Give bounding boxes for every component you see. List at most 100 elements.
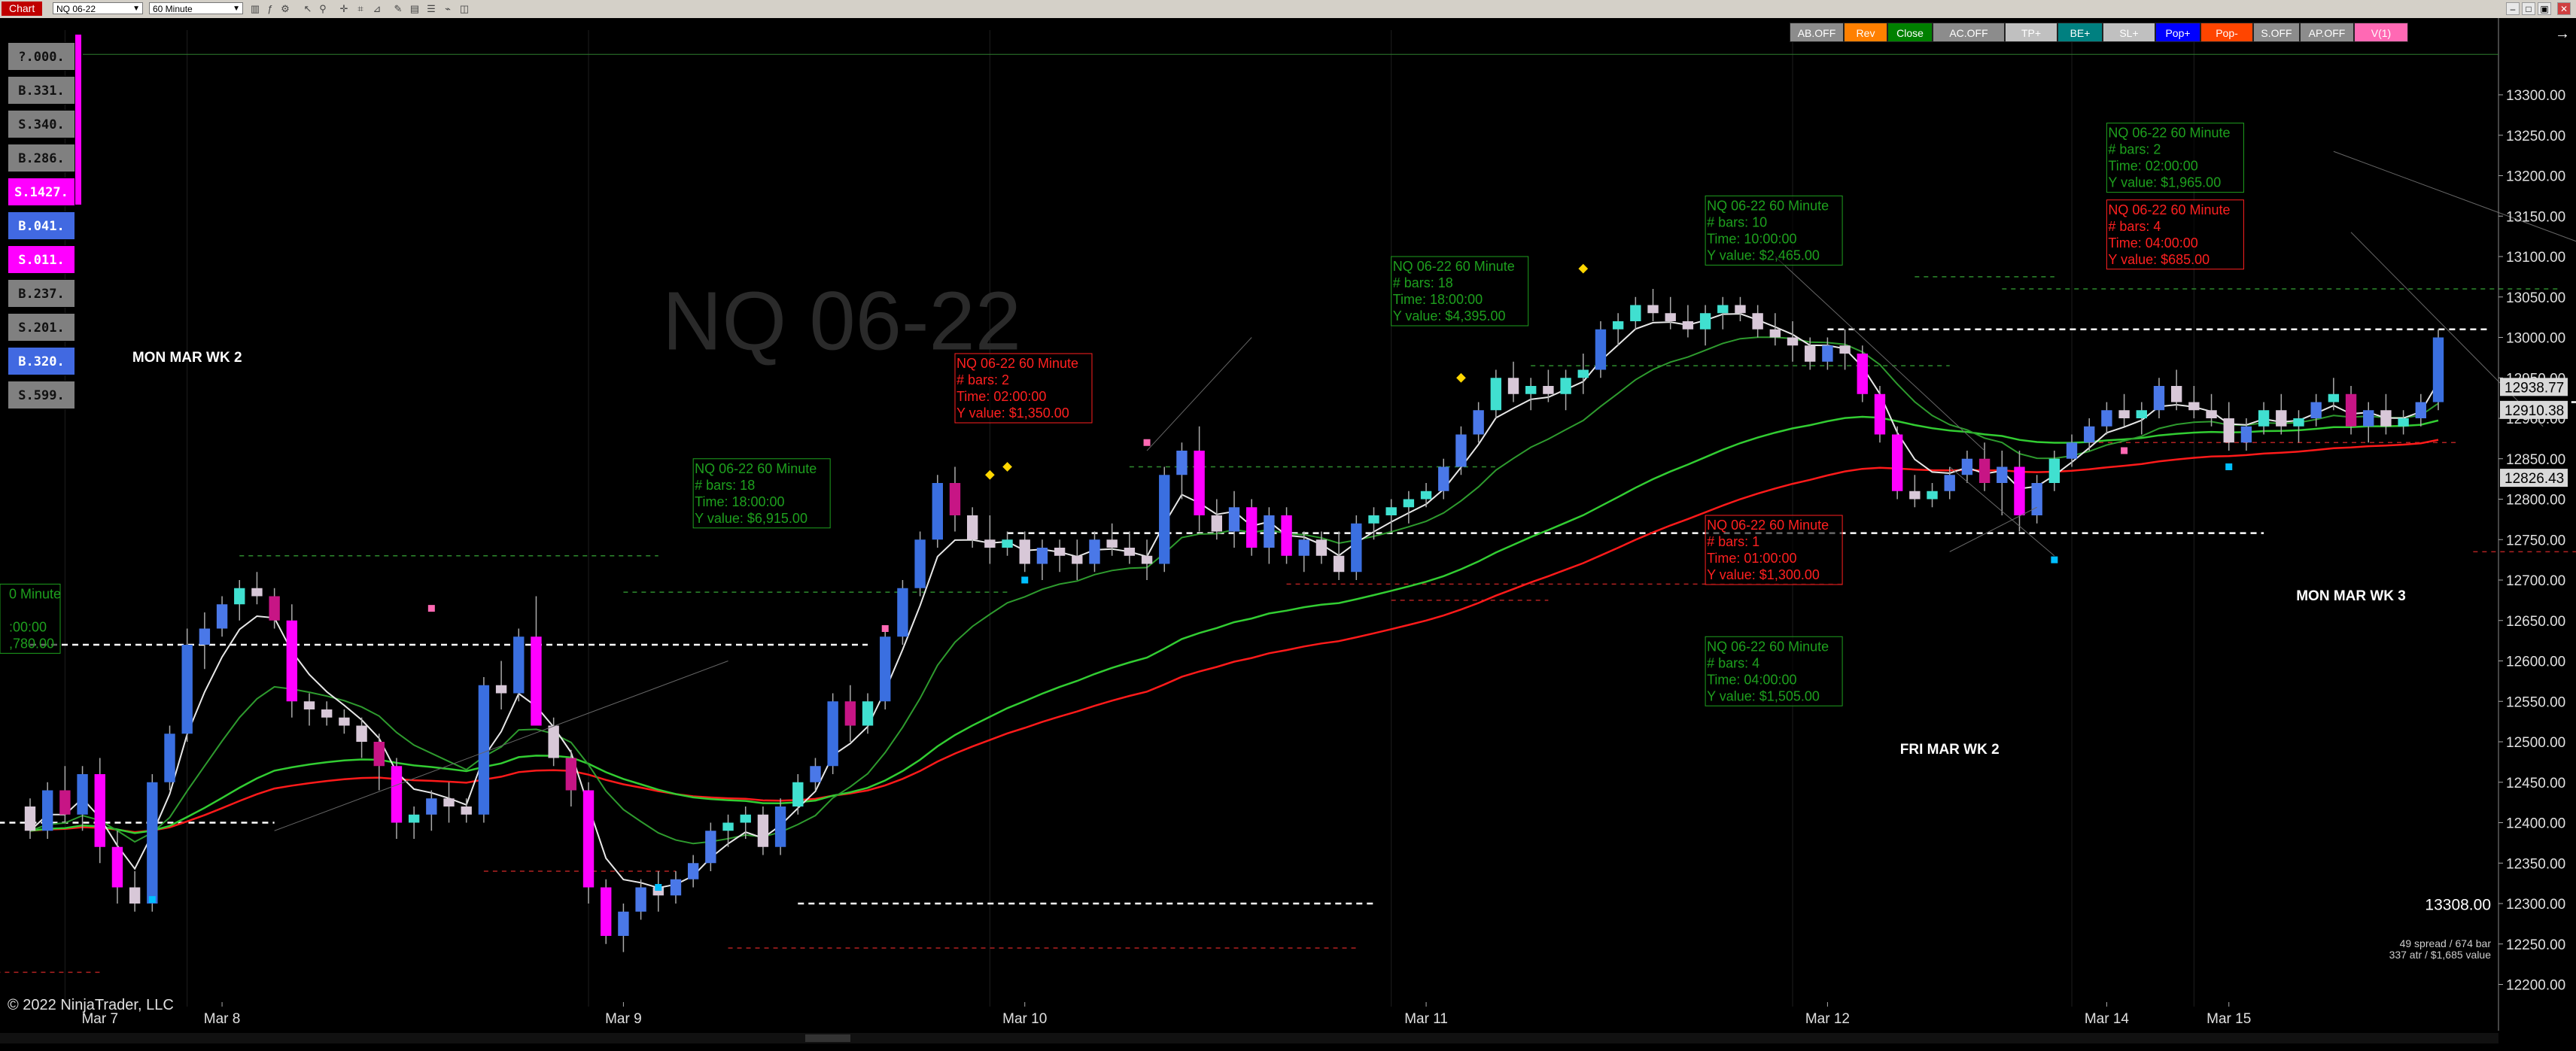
- trade-button-ab-off[interactable]: AB.OFF: [1790, 23, 1844, 42]
- candle-body: [1473, 410, 1484, 435]
- trade-button-s-off[interactable]: S.OFF: [2253, 23, 2300, 42]
- candle-body: [1124, 548, 1136, 556]
- position-box[interactable]: B.320.: [8, 347, 75, 375]
- bars-icon[interactable]: ▥: [248, 2, 262, 15]
- signal-square: [655, 884, 662, 891]
- chart-toolbar: Chart NQ 06-22 ▼ 60 Minute ▼ ▥ ƒ ⚙ ↖ ⚲ ✛ ⌗…: [0, 0, 2576, 19]
- candle-body: [548, 725, 559, 758]
- candle-body: [1927, 491, 1938, 500]
- position-box[interactable]: S.201.: [8, 313, 75, 342]
- position-box[interactable]: S.1427.: [8, 178, 75, 206]
- trade-button-pop[interactable]: Pop+: [2155, 23, 2200, 42]
- candle-body: [2153, 386, 2165, 411]
- candle-body: [129, 887, 141, 904]
- trade-button-ac-off[interactable]: AC.OFF: [1933, 23, 2005, 42]
- trade-annotation: 0 Minute:00:00 ,780.00: [0, 583, 61, 654]
- interval-selector[interactable]: 60 Minute ▼: [149, 2, 243, 14]
- trade-button-pop[interactable]: Pop-: [2200, 23, 2253, 42]
- x-tick-label: Mar 9: [605, 1011, 642, 1027]
- trade-button-ap-off[interactable]: AP.OFF: [2300, 23, 2354, 42]
- price-marker-label: 12826.43: [2505, 471, 2564, 487]
- trade-button-rev[interactable]: Rev: [1844, 23, 1887, 42]
- candle-body: [1019, 539, 1030, 564]
- trade-annotation: NQ 06-22 60 Minute# bars: 2 Time: 02:00:0…: [2106, 123, 2244, 193]
- position-box[interactable]: S.011.: [8, 245, 75, 274]
- annotation-line: Y value: $1,350.00: [956, 406, 1069, 421]
- signal-square: [2225, 463, 2233, 470]
- candle-body: [339, 717, 350, 726]
- candle-body: [1333, 555, 1345, 573]
- candle-body: [513, 636, 525, 694]
- candle-body: [199, 628, 211, 645]
- annotation-line: :00:00: [9, 619, 47, 634]
- annotation-line: Time: 10:00:00: [1707, 231, 1796, 246]
- snap-icon[interactable]: ⌗: [354, 2, 367, 15]
- instrument-value: NQ 06-22: [56, 4, 96, 14]
- candle-body: [880, 636, 891, 702]
- crosshair-icon[interactable]: ✛: [337, 2, 351, 15]
- trade-button-be[interactable]: BE+: [2057, 23, 2103, 42]
- candle: [147, 774, 158, 912]
- candle-body: [147, 782, 158, 904]
- position-box[interactable]: S.599.: [8, 381, 75, 409]
- horizontal-scrollbar[interactable]: [0, 1033, 2498, 1043]
- indicators-icon[interactable]: ƒ: [263, 2, 277, 15]
- candle-body: [495, 685, 507, 694]
- candle-body: [2084, 426, 2095, 443]
- lock-icon[interactable]: ◫: [458, 2, 471, 15]
- templates-icon[interactable]: ▤: [408, 2, 421, 15]
- signal-square: [881, 625, 889, 632]
- candle-body: [2276, 410, 2287, 427]
- candle-body: [1717, 305, 1729, 314]
- chart-tab[interactable]: Chart: [2, 2, 43, 16]
- maximize-button[interactable]: □: [2522, 2, 2535, 15]
- candle-body: [164, 734, 175, 782]
- candle: [1874, 386, 1886, 443]
- restore-button[interactable]: ▣: [2538, 2, 2551, 15]
- trade-button-sl[interactable]: SL+: [2103, 23, 2155, 42]
- x-tick-label: Mar 7: [81, 1011, 118, 1027]
- price-chart[interactable]: NQ 06-22NQ 06-22 60 Minute# bars: 18Time…: [0, 18, 2576, 1051]
- instrument-selector[interactable]: NQ 06-22 ▼: [53, 2, 143, 14]
- close-window-button[interactable]: ✕: [2557, 2, 2571, 15]
- trade-button-tp[interactable]: TP+: [2005, 23, 2057, 42]
- candle-body: [2066, 442, 2078, 459]
- candle-body: [2118, 410, 2130, 418]
- price-marker-label: 12938.77: [2505, 380, 2564, 396]
- candle-body: [844, 701, 856, 726]
- candle-body: [251, 588, 263, 597]
- candle: [827, 693, 838, 774]
- candle: [513, 628, 525, 702]
- position-box[interactable]: B.041.: [8, 211, 75, 240]
- minimize-button[interactable]: –: [2506, 2, 2520, 15]
- candle-body: [582, 790, 595, 888]
- trade-button-close[interactable]: Close: [1887, 23, 1933, 42]
- position-box[interactable]: B.331.: [8, 76, 75, 105]
- position-box[interactable]: S.340.: [8, 110, 75, 138]
- pointer-icon[interactable]: ↖: [301, 2, 315, 15]
- position-box[interactable]: B.237.: [8, 279, 75, 308]
- expand-arrow-icon[interactable]: →: [2555, 26, 2570, 43]
- properties-icon[interactable]: ☰: [424, 2, 438, 15]
- candle-body: [1403, 499, 1415, 508]
- trade-annotation: NQ 06-22 60 Minute # bars: 18Time: 18:00:…: [692, 458, 831, 529]
- position-box[interactable]: ?.000.: [8, 42, 75, 71]
- position-box[interactable]: B.286.: [8, 144, 75, 172]
- candle-body: [1281, 515, 1292, 556]
- annotation-line: # bars: 4: [2108, 219, 2161, 234]
- candle-body: [897, 588, 908, 637]
- annotation-line: NQ 06-22 60 Minute: [2108, 202, 2230, 217]
- candle-body: [1822, 345, 1833, 362]
- strategies-icon[interactable]: ⚙: [278, 2, 292, 15]
- ruler-icon[interactable]: ⊿: [370, 2, 384, 15]
- drawing-tools-icon[interactable]: ✎: [391, 2, 405, 15]
- link-icon[interactable]: ⌁: [441, 2, 455, 15]
- candle-body: [1891, 434, 1903, 491]
- candle-body: [1874, 393, 1886, 435]
- annotation-line: Y value: $4,395.00: [1393, 308, 1506, 324]
- candle-body: [2031, 483, 2042, 515]
- scrollbar-thumb[interactable]: [805, 1034, 850, 1042]
- stats-line: 337 atr / $1,685 value: [2389, 949, 2492, 961]
- zoom-icon[interactable]: ⚲: [316, 2, 330, 15]
- trade-button-v-1[interactable]: V(1): [2354, 23, 2408, 42]
